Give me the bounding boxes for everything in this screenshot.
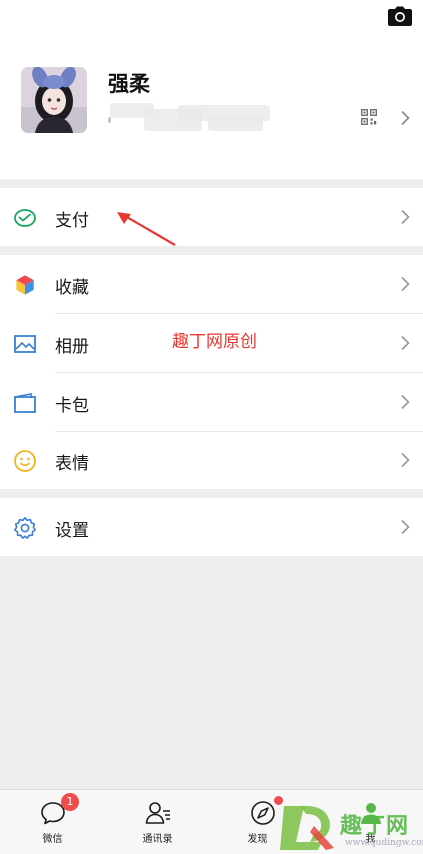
qr-code-icon[interactable] [361, 109, 377, 125]
menu-item-stickers[interactable]: 表情 [0, 431, 423, 489]
settings-section: 设置 [0, 498, 423, 556]
wallet-icon [14, 209, 36, 227]
menu-label-settings: 设置 [55, 521, 89, 541]
chevron-right-icon [401, 110, 410, 126]
avatar[interactable] [21, 67, 87, 133]
unread-badge: 1 [61, 793, 79, 811]
profile-name: 强柔 [108, 72, 150, 96]
wechat-id-redacted [108, 103, 273, 133]
site-logo-url: www.qudingw.com [345, 838, 423, 848]
menu-item-settings[interactable]: 设置 [0, 498, 423, 556]
card-icon [14, 393, 36, 413]
chevron-right-icon [401, 519, 410, 535]
image-icon [14, 335, 36, 353]
chevron-right-icon [401, 452, 410, 468]
chevron-right-icon [401, 276, 410, 292]
annotation-arrow [117, 212, 176, 246]
menu-item-favorites[interactable]: 收藏 [0, 255, 423, 313]
menu-label-stickers: 表情 [55, 454, 89, 474]
tab-contacts[interactable]: 通讯录 [105, 790, 210, 854]
tab-label-chats: 微信 [42, 834, 63, 845]
pay-section: 支付 [0, 188, 423, 246]
menu-label-album: 相册 [55, 337, 89, 357]
site-logo-text: 趣丁网 [340, 814, 410, 839]
cube-icon [15, 274, 35, 296]
menu-label-pay: 支付 [55, 211, 89, 231]
menu-item-cards[interactable]: 卡包 [0, 373, 423, 431]
menu-label-cards: 卡包 [55, 396, 89, 416]
gear-icon [14, 517, 36, 539]
profile-header[interactable]: 强柔 [0, 0, 423, 179]
chevron-right-icon [401, 209, 410, 225]
tab-chats[interactable]: 1 微信 [0, 790, 105, 854]
menu-item-pay[interactable]: 支付 [0, 188, 423, 246]
smile-icon [14, 450, 36, 472]
menu-label-favorites: 收藏 [55, 278, 89, 298]
tools-section: 收藏 相册 卡包 表情 [0, 255, 423, 489]
tab-label-contacts: 通讯录 [142, 834, 173, 845]
contacts-icon [145, 802, 170, 824]
camera-icon[interactable] [388, 6, 412, 26]
chevron-right-icon [401, 394, 410, 410]
chevron-right-icon [401, 335, 410, 351]
annotation-watermark: 趣丁网原创 [172, 332, 257, 352]
